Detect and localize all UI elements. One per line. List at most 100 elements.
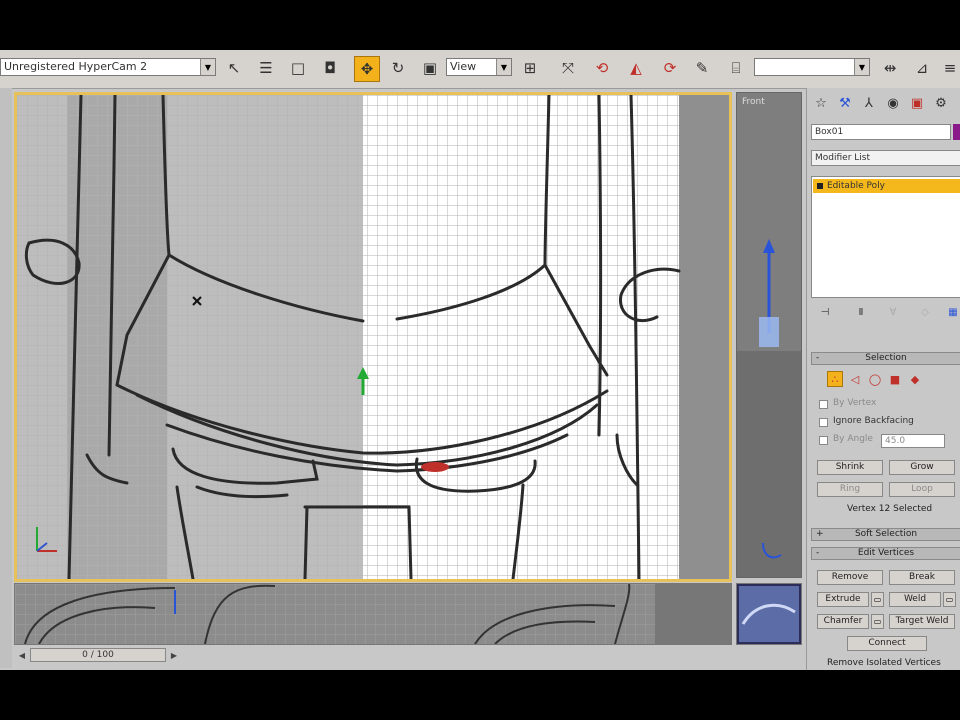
display-tab-icon[interactable]: ▣: [907, 92, 927, 114]
weld-button[interactable]: Weld: [889, 592, 941, 607]
snap-icon[interactable]: ⤧: [556, 56, 580, 80]
modifier-list-combo[interactable]: Modifier List: [811, 150, 960, 166]
command-panel: ☆ ⚒ ⅄ ◉ ▣ ⚙ Box01 Modifier List Editable…: [806, 88, 960, 670]
main-viewport[interactable]: [14, 92, 732, 582]
vertex-level-icon[interactable]: ∴: [827, 371, 843, 387]
ignore-backfacing-label: Ignore Backfacing: [833, 416, 914, 426]
by-angle-label: By Angle: [833, 434, 873, 444]
side-viewport-label: Front: [742, 97, 765, 107]
break-button[interactable]: Break: [889, 570, 955, 585]
side-viewport[interactable]: Front: [736, 92, 802, 578]
edge-level-icon[interactable]: ◁: [847, 371, 863, 387]
object-color-swatch[interactable]: [953, 124, 960, 140]
stack-tools: ⊣ Ⅱ ∀ ◇ ▦: [811, 304, 960, 322]
next-frame-icon[interactable]: ▶: [168, 648, 180, 662]
angle-spinner[interactable]: 45.0: [881, 434, 945, 448]
stack-item-label: Editable Poly: [827, 181, 885, 191]
window-crossing-icon[interactable]: ◘: [318, 56, 342, 80]
light-bulb-icon[interactable]: [817, 183, 823, 189]
shrink-button[interactable]: Shrink: [817, 460, 883, 475]
ignore-backfacing-checkbox[interactable]: [819, 418, 828, 427]
soft-selection-rollout-header[interactable]: + Soft Selection: [811, 528, 960, 541]
command-panel-tabs: ☆ ⚒ ⅄ ◉ ▣ ⚙: [811, 92, 960, 116]
create-tab-icon[interactable]: ☆: [811, 92, 831, 114]
extrude-settings-icon[interactable]: ▭: [871, 592, 884, 607]
mirror-icon[interactable]: ⇹: [878, 56, 902, 80]
selection-rollout-title: Selection: [865, 353, 907, 363]
rect-region-icon[interactable]: □: [286, 56, 310, 80]
target-weld-button[interactable]: Target Weld: [889, 614, 955, 629]
make-unique-icon[interactable]: ∀: [885, 304, 901, 320]
extrude-button[interactable]: Extrude: [817, 592, 869, 607]
modify-tab-icon[interactable]: ⚒: [835, 92, 855, 114]
motion-tab-icon[interactable]: ◉: [883, 92, 903, 114]
reference-coord-combo[interactable]: View ▼: [446, 58, 512, 76]
subobject-levels: ∴ ◁ ◯ ■ ◆: [827, 371, 957, 389]
selected-vertices[interactable]: [421, 462, 449, 472]
left-tool-strip: [0, 88, 12, 668]
remove-button[interactable]: Remove: [817, 570, 883, 585]
grow-button[interactable]: Grow: [889, 460, 955, 475]
layer-icon[interactable]: ≡: [938, 56, 960, 80]
edit-vertices-title: Edit Vertices: [857, 548, 915, 558]
collapse-icon: -: [816, 353, 820, 363]
angle-snap-icon[interactable]: ⟲: [590, 56, 614, 80]
time-slider-bar: ◀ 0 / 100 ▶: [14, 647, 802, 665]
utilities-tab-icon[interactable]: ⚙: [931, 92, 951, 114]
rotate-icon[interactable]: ↻: [386, 56, 410, 80]
hierarchy-tab-icon[interactable]: ⅄: [859, 92, 879, 114]
object-name-field[interactable]: Box01: [811, 124, 951, 140]
time-slider[interactable]: 0 / 100: [30, 648, 166, 662]
perspective-canvas: [739, 586, 799, 642]
edit-named-icon[interactable]: ✎: [690, 56, 714, 80]
chamfer-settings-icon[interactable]: ▭: [871, 614, 884, 629]
named-selection-combo[interactable]: ▼: [754, 58, 870, 76]
select-arrow-icon[interactable]: ↖: [222, 56, 246, 80]
bottom-viewport[interactable]: [14, 583, 732, 645]
top-letterbox: [0, 0, 960, 50]
side-viewport-canvas: [737, 93, 801, 577]
percent-snap-icon[interactable]: ◭: [624, 56, 648, 80]
perspective-viewport[interactable]: [736, 583, 802, 645]
title-combo-text: Unregistered HyperCam 2: [4, 60, 148, 73]
spinner-snap-icon[interactable]: ⟳: [658, 56, 682, 80]
polygon-level-icon[interactable]: ■: [887, 371, 903, 387]
connect-button[interactable]: Connect: [847, 636, 927, 651]
border-level-icon[interactable]: ◯: [867, 371, 883, 387]
move-icon[interactable]: ✥: [354, 56, 380, 82]
loop-button[interactable]: Loop: [889, 482, 955, 497]
selection-status: Vertex 12 Selected: [847, 504, 933, 514]
by-vertex-label: By Vertex: [833, 398, 877, 408]
prev-frame-icon[interactable]: ◀: [16, 648, 28, 662]
viewport-canvas[interactable]: [17, 95, 729, 579]
selection-rollout-header[interactable]: - Selection: [811, 352, 960, 365]
remove-isolated-vertices-button[interactable]: Remove Isolated Vertices: [827, 658, 941, 668]
application-window: Unregistered HyperCam 2 ▼ ↖ ☰ □ ◘ ✥ ↻ ▣ …: [0, 50, 960, 670]
select-by-name-icon[interactable]: ☰: [254, 56, 278, 80]
collapse-icon: -: [816, 548, 820, 558]
scale-icon[interactable]: ▣: [418, 56, 442, 80]
pin-stack-icon[interactable]: ⊣: [817, 304, 833, 320]
chevron-down-icon: ▼: [854, 59, 869, 75]
outside-region: [679, 95, 729, 579]
chamfer-button[interactable]: Chamfer: [817, 614, 869, 629]
modifier-stack: Editable Poly: [811, 176, 960, 298]
ring-button[interactable]: Ring: [817, 482, 883, 497]
title-combo[interactable]: Unregistered HyperCam 2 ▼: [0, 58, 216, 76]
weld-settings-icon[interactable]: ▭: [943, 592, 956, 607]
by-vertex-checkbox[interactable]: [819, 400, 828, 409]
configure-sets-icon[interactable]: ▦: [945, 304, 960, 320]
remove-modifier-icon[interactable]: ◇: [917, 304, 933, 320]
by-angle-checkbox[interactable]: [819, 436, 828, 445]
edit-vertices-rollout-header[interactable]: - Edit Vertices: [811, 547, 960, 560]
pivot-icon[interactable]: ⊞: [518, 56, 542, 80]
bottom-letterbox: [0, 670, 960, 720]
element-level-icon[interactable]: ◆: [907, 371, 923, 387]
named-sel-icon[interactable]: ⌸: [724, 56, 748, 80]
stack-item-editable-poly[interactable]: Editable Poly: [813, 179, 960, 193]
align-icon[interactable]: ⊿: [910, 56, 934, 80]
expand-icon: +: [816, 529, 824, 539]
chevron-down-icon: ▼: [200, 59, 215, 75]
show-end-result-icon[interactable]: Ⅱ: [853, 304, 869, 320]
main-toolbar: Unregistered HyperCam 2 ▼ ↖ ☰ □ ◘ ✥ ↻ ▣ …: [0, 50, 960, 89]
